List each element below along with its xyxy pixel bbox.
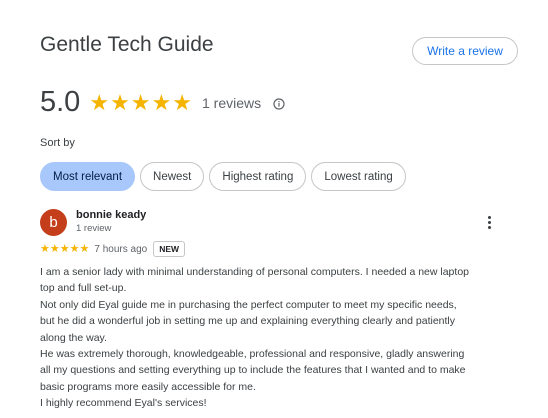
review-text-line: along the way.: [40, 331, 107, 344]
star-icon: ★: [40, 242, 50, 255]
star-icon: ★: [172, 89, 192, 115]
reviewer-review-count: 1 review: [76, 223, 112, 234]
new-badge: NEW: [153, 241, 186, 257]
review-text-line: He was extremely thorough, knowledgeable…: [40, 348, 465, 361]
star-icon: ★: [69, 242, 80, 255]
review-stars: ★ ★ ★ ★ ★: [40, 242, 90, 255]
sort-chips: Most relevant Newest Highest rating Lowe…: [40, 162, 411, 191]
sort-chip-highest-rating[interactable]: Highest rating: [209, 162, 307, 191]
rating-summary: 5.0 ★ ★ ★ ★ ★ 1 reviews: [40, 86, 285, 119]
star-icon: ★: [151, 89, 172, 115]
page-title: Gentle Tech Guide: [40, 33, 214, 56]
avatar[interactable]: b: [40, 209, 67, 236]
review-text-line: I am a senior lady with minimal understa…: [40, 266, 469, 278]
write-review-button[interactable]: Write a review: [412, 37, 518, 65]
rating-stars: ★ ★ ★ ★ ★: [89, 89, 193, 115]
review-text-line: all my questions and setting everything …: [40, 364, 466, 377]
review-rating-line: ★ ★ ★ ★ ★ 7 hours ago NEW: [40, 241, 186, 257]
review-count: 1 reviews: [202, 94, 262, 111]
info-icon[interactable]: [273, 97, 285, 110]
star-icon: ★: [130, 89, 151, 115]
sort-chip-most-relevant[interactable]: Most relevant: [40, 162, 136, 191]
star-icon: ★: [110, 89, 130, 115]
review-text-line: I highly recommend Eyal's services!: [40, 397, 207, 410]
review-text-line: but he did a wonderful job in setting me…: [40, 315, 456, 328]
review-text-line: basic programs more easily accessible fo…: [40, 380, 256, 393]
reviewer-name[interactable]: bonnie keady: [76, 209, 146, 221]
sort-chip-lowest-rating[interactable]: Lowest rating: [311, 162, 406, 191]
review-text: I am a senior lady with minimal understa…: [40, 264, 510, 412]
sort-chip-newest[interactable]: Newest: [140, 162, 205, 191]
rating-value: 5.0: [40, 86, 81, 118]
review-text-line: top and full set-up.: [40, 282, 127, 295]
sort-label: Sort by: [40, 137, 75, 149]
star-icon: ★: [89, 89, 110, 115]
review-text-line: Not only did Eyal guide me in purchasing…: [40, 298, 457, 311]
review-time: 7 hours ago: [94, 243, 148, 255]
more-options-icon[interactable]: [482, 212, 496, 232]
star-icon: ★: [59, 242, 70, 255]
star-icon: ★: [79, 242, 90, 255]
star-icon: ★: [49, 242, 60, 255]
